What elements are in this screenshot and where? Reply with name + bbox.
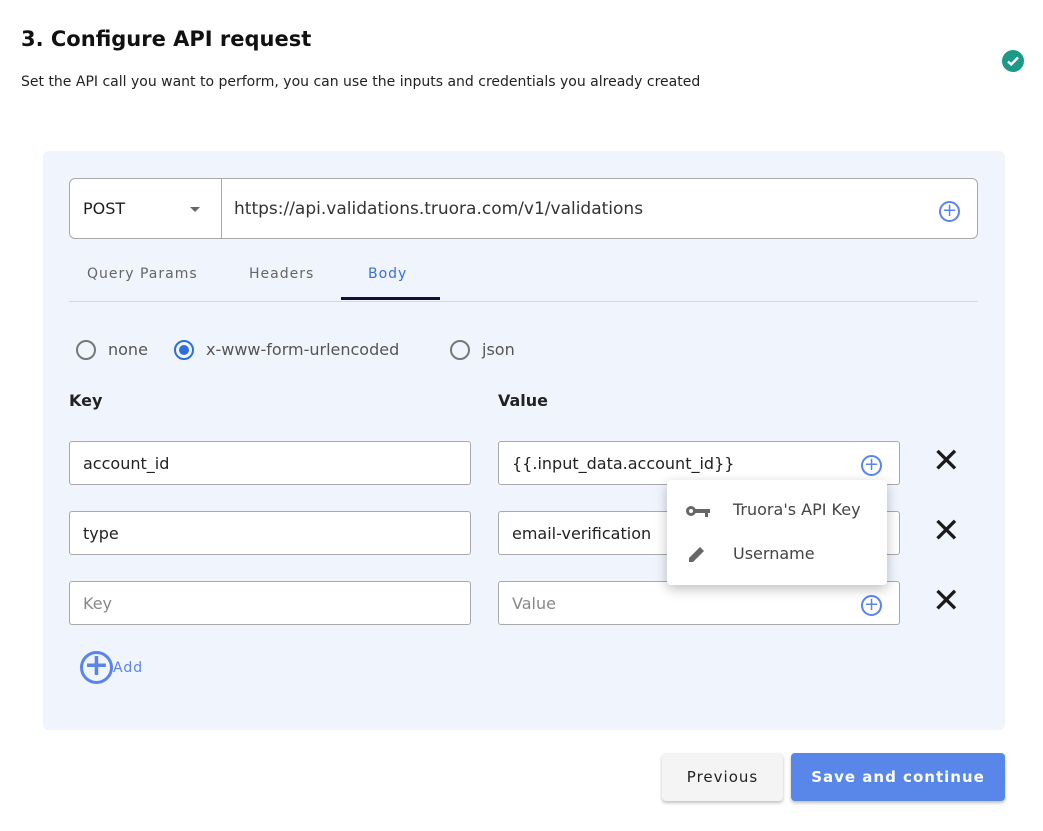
- url-input[interactable]: https://api.validations.truora.com/v1/va…: [222, 179, 977, 238]
- plus-circle-icon: +: [80, 651, 113, 684]
- previous-button[interactable]: Previous: [662, 753, 783, 801]
- value-placeholder: Value: [512, 593, 556, 613]
- value-input[interactable]: {{.input_data.account_id}} +: [498, 441, 900, 485]
- tab-body[interactable]: Body: [368, 266, 407, 282]
- key-column-header: Key: [69, 391, 103, 410]
- dropdown-caret-icon: [190, 207, 200, 212]
- value-text: {{.input_data.account_id}}: [512, 453, 735, 473]
- add-variable-icon[interactable]: +: [861, 595, 882, 616]
- add-variable-icon[interactable]: +: [861, 455, 882, 476]
- value-column-header: Value: [498, 391, 549, 410]
- key-input[interactable]: Key: [69, 581, 471, 625]
- add-row-button[interactable]: + Add: [80, 651, 143, 684]
- radio-json[interactable]: [450, 340, 470, 360]
- url-value: https://api.validations.truora.com/v1/va…: [234, 198, 644, 219]
- tab-headers[interactable]: Headers: [249, 266, 314, 282]
- delete-row-icon[interactable]: ✕: [932, 444, 961, 478]
- add-label: Add: [113, 659, 144, 676]
- delete-row-icon[interactable]: ✕: [932, 584, 961, 618]
- key-icon: [686, 506, 710, 517]
- check-circle-icon: [1002, 50, 1024, 72]
- radio-label-none: none: [108, 340, 148, 359]
- menu-item-truora-api-key[interactable]: Truora's API Key: [733, 500, 861, 519]
- add-variable-icon[interactable]: +: [939, 201, 960, 222]
- value-input[interactable]: Value +: [498, 581, 900, 625]
- pencil-icon: [689, 547, 704, 562]
- active-tab-indicator: [341, 297, 440, 300]
- key-input[interactable]: type: [69, 511, 471, 555]
- variable-menu: Truora's API Key Username: [667, 480, 887, 585]
- method-value: POST: [83, 199, 126, 218]
- menu-item-username[interactable]: Username: [733, 544, 815, 563]
- tabs-divider: [69, 301, 978, 302]
- request-bar: POST https://api.validations.truora.com/…: [69, 178, 978, 239]
- method-select[interactable]: POST: [70, 179, 222, 238]
- radio-x-www-form-urlencoded[interactable]: [174, 340, 194, 360]
- delete-row-icon[interactable]: ✕: [932, 514, 961, 548]
- radio-label-urlencoded: x-www-form-urlencoded: [206, 340, 400, 359]
- page-title: 3. Configure API request: [21, 27, 312, 51]
- key-input[interactable]: account_id: [69, 441, 471, 485]
- radio-none[interactable]: [76, 340, 96, 360]
- radio-label-json: json: [482, 340, 515, 359]
- tab-query-params[interactable]: Query Params: [87, 266, 198, 282]
- save-and-continue-button[interactable]: Save and continue: [791, 753, 1005, 801]
- page-subtitle: Set the API call you want to perform, yo…: [21, 74, 701, 90]
